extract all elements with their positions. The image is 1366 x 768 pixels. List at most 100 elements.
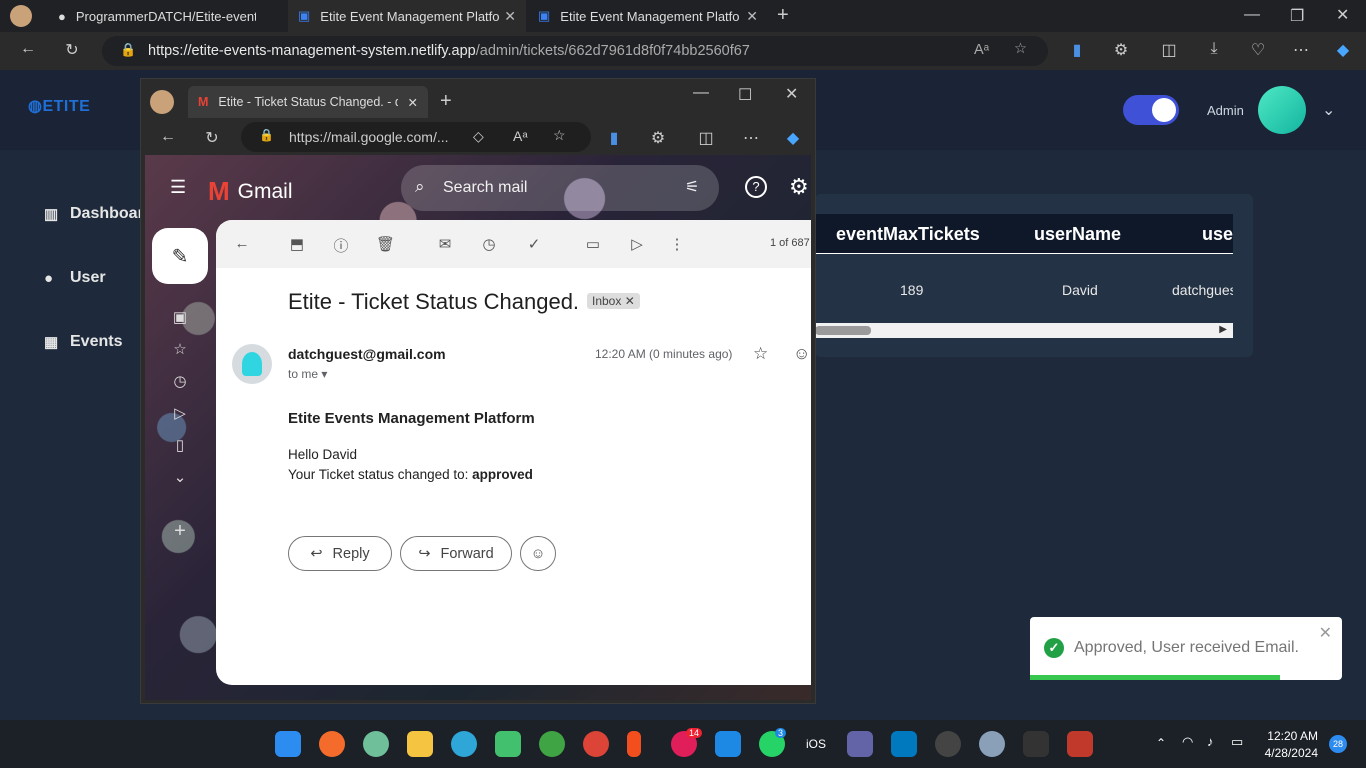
compose-button[interactable]: ✎ xyxy=(152,228,208,284)
label-icon[interactable]: ▷ xyxy=(628,235,646,253)
refresh-icon[interactable]: ↻ xyxy=(60,40,84,60)
edge-icon[interactable] xyxy=(451,731,477,757)
more-menu-icon[interactable]: ⋯ xyxy=(1289,40,1313,60)
notification-badge[interactable]: 28 xyxy=(1329,735,1347,753)
profile-avatar[interactable] xyxy=(10,5,32,27)
split-screen-icon[interactable]: ◫ xyxy=(694,128,718,148)
favorite-star-icon[interactable]: ☆ xyxy=(553,127,566,144)
recipient-details[interactable]: to me ▾ xyxy=(288,367,327,381)
inbox-icon[interactable]: ▣ xyxy=(170,308,190,326)
horizontal-scrollbar[interactable]: ▶ xyxy=(815,323,1233,338)
report-spam-icon[interactable]: ⓘ xyxy=(332,235,350,256)
volume-icon[interactable]: ♪ xyxy=(1207,734,1214,749)
delete-icon[interactable]: 🗑 xyxy=(376,235,395,253)
brave-icon[interactable] xyxy=(319,731,345,757)
emoji-button[interactable]: ☺ xyxy=(520,536,556,571)
new-tab-button[interactable]: + xyxy=(777,4,789,27)
close-tab-icon[interactable]: ✕ xyxy=(746,8,758,25)
scrollbar-thumb[interactable] xyxy=(815,326,871,335)
sender-email[interactable]: datchguest@gmail.com xyxy=(288,346,446,362)
draft-icon[interactable]: ▯ xyxy=(170,436,190,454)
move-to-icon[interactable]: ▭ xyxy=(584,235,602,253)
tab-etite-1[interactable]: ▣ Etite Event Management Platform ✕ xyxy=(288,0,526,32)
app-logo[interactable]: ◍ETITE xyxy=(28,96,90,116)
extensions-icon[interactable]: ⚙ xyxy=(1109,40,1133,60)
android-studio-icon[interactable] xyxy=(495,731,521,757)
minimize-button[interactable]: — xyxy=(1244,6,1260,24)
close-icon[interactable]: ✕ xyxy=(1319,623,1332,643)
add-task-icon[interactable]: ✓ xyxy=(525,235,543,253)
search-options-icon[interactable]: ⚟ xyxy=(685,177,699,197)
snipping-tool-icon[interactable] xyxy=(1067,731,1093,757)
extensions-icon[interactable]: ⚙ xyxy=(646,128,670,148)
popup-tab[interactable]: M Etite - Ticket Status Changed. - d ✕ xyxy=(188,86,428,118)
tab-github[interactable]: ● ProgrammerDATCH/Etite-event-r xyxy=(48,0,284,32)
system-clock[interactable]: 12:20 AM 4/28/2024 xyxy=(1258,729,1318,760)
favorite-star-icon[interactable]: ☆ xyxy=(1014,41,1027,57)
figma-icon[interactable] xyxy=(627,731,641,757)
tab-etite-2[interactable]: ▣ Etite Event Management Platform ✕ xyxy=(528,0,768,32)
help-icon[interactable]: ? xyxy=(745,176,767,198)
back-icon[interactable]: ← xyxy=(16,40,40,58)
terminal-icon[interactable] xyxy=(1023,731,1049,757)
finance-app-icon[interactable] xyxy=(539,731,565,757)
copilot-icon[interactable]: ◆ xyxy=(781,128,805,148)
reply-button[interactable]: ↩ Reply xyxy=(288,536,392,571)
clock-icon[interactable]: ◷ xyxy=(170,372,190,390)
battery-icon[interactable]: ▭ xyxy=(1231,734,1243,750)
chatgpt-icon[interactable] xyxy=(363,731,389,757)
chevron-down-icon[interactable]: ⌄ xyxy=(170,468,190,486)
back-icon[interactable]: ← xyxy=(156,128,180,146)
sidebar-item-events[interactable]: ▦ Events xyxy=(44,333,122,351)
archive-icon[interactable]: ⬒ xyxy=(288,235,306,253)
maximize-button[interactable]: ☐ xyxy=(738,85,752,105)
collections-icon[interactable]: ▮ xyxy=(602,128,626,148)
avatar[interactable] xyxy=(1258,86,1306,134)
trello-icon[interactable] xyxy=(891,731,917,757)
close-tab-icon[interactable]: ✕ xyxy=(504,8,516,25)
wifi-icon[interactable]: ◠ xyxy=(1182,734,1193,750)
remove-label-icon[interactable]: ✕ xyxy=(625,294,635,308)
obs-icon[interactable] xyxy=(935,731,961,757)
back-arrow-icon[interactable]: ← xyxy=(233,235,251,252)
file-explorer-icon[interactable] xyxy=(407,731,433,757)
settings-icon[interactable] xyxy=(979,731,1005,757)
emoji-react-icon[interactable]: ☺ xyxy=(793,344,810,364)
download-icon[interactable]: ⤓ xyxy=(1202,40,1226,58)
sidebar-item-user[interactable]: ● User xyxy=(44,269,106,287)
vscode-icon[interactable] xyxy=(715,731,741,757)
start-windows-icon[interactable] xyxy=(275,731,301,757)
collections-icon[interactable]: ▮ xyxy=(1065,40,1089,60)
sidebar-item-dashboard[interactable]: ▥ Dashboar xyxy=(44,205,144,223)
reader-icon[interactable]: ◇ xyxy=(473,128,484,145)
more-options-icon[interactable]: ⋮ xyxy=(668,235,686,253)
popup-profile-avatar[interactable] xyxy=(150,90,174,114)
popup-url-field[interactable]: 🔒 https://mail.google.com/... ◇ Aᵃ ☆ xyxy=(241,122,591,152)
snooze-icon[interactable]: ◷ xyxy=(480,235,498,253)
minimize-button[interactable]: — xyxy=(693,84,709,102)
restore-button[interactable]: ❐ xyxy=(1290,6,1304,26)
more-menu-icon[interactable]: ⋯ xyxy=(739,128,763,148)
chrome-icon[interactable] xyxy=(583,731,609,757)
teams-icon[interactable] xyxy=(847,731,873,757)
close-tab-icon[interactable]: ✕ xyxy=(408,95,418,110)
chevron-down-icon[interactable]: ⌄ xyxy=(1322,100,1335,120)
show-hidden-icons-icon[interactable]: ⌃ xyxy=(1156,736,1166,750)
close-window-button[interactable]: ✕ xyxy=(1336,5,1349,25)
forward-button[interactable]: ↪ Forward xyxy=(400,536,512,571)
send-icon[interactable]: ▷ xyxy=(170,404,190,422)
copilot-icon[interactable]: ◆ xyxy=(1331,40,1355,60)
url-field[interactable]: 🔒 https://etite-events-management-system… xyxy=(102,36,1048,66)
add-label-icon[interactable]: + xyxy=(170,520,190,543)
split-screen-icon[interactable]: ◫ xyxy=(1157,40,1181,60)
settings-gear-icon[interactable]: ⚙ xyxy=(789,174,809,200)
ios-simulator-icon[interactable]: iOS xyxy=(806,737,826,751)
scroll-right-icon[interactable]: ▶ xyxy=(1219,324,1227,335)
close-window-button[interactable]: ✕ xyxy=(785,84,798,104)
star-icon[interactable]: ☆ xyxy=(170,340,190,358)
performance-icon[interactable]: ♡ xyxy=(1246,40,1270,60)
read-aloud-icon[interactable]: Aᵃ xyxy=(513,128,528,144)
new-tab-button[interactable]: + xyxy=(440,90,452,113)
star-icon[interactable]: ☆ xyxy=(753,344,768,364)
read-aloud-icon[interactable]: Aᵃ xyxy=(974,42,989,58)
